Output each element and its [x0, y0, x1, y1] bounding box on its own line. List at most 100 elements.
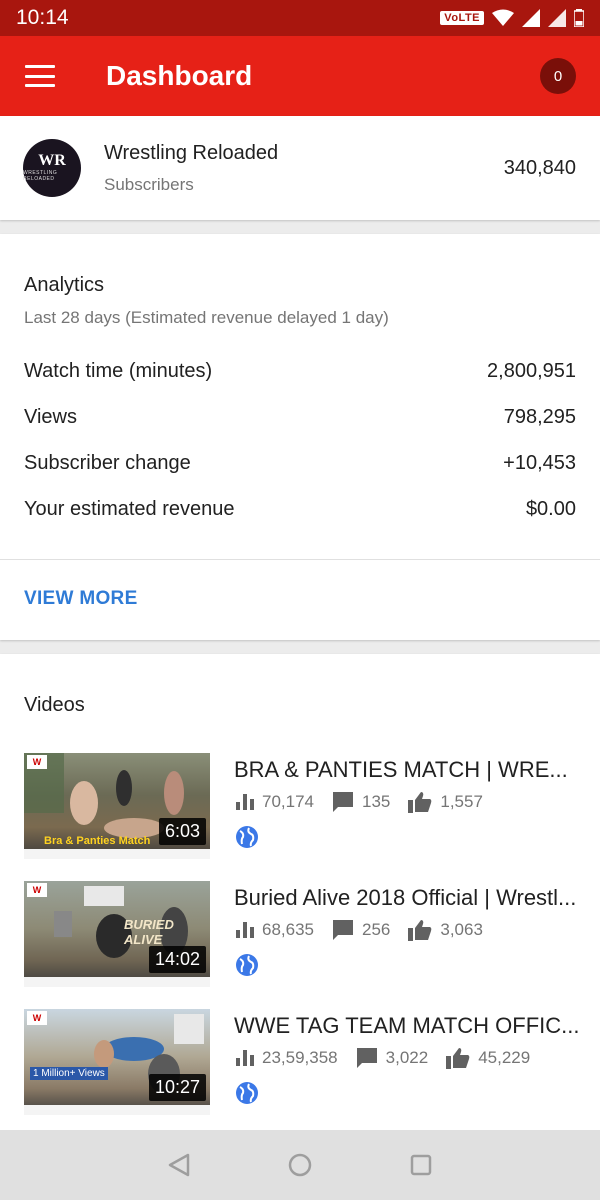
status-icons: VoLTE [440, 9, 584, 27]
comments-icon [356, 1048, 377, 1068]
volte-badge: VoLTE [440, 11, 484, 25]
video-stats: 68,635 256 3,063 [236, 919, 501, 941]
metric-watch-time: Watch time (minutes) 2,800,951 [24, 360, 576, 383]
metric-label: Your estimated revenue [24, 498, 235, 520]
views-icon [236, 794, 254, 810]
video-item[interactable]: W BURIED ALIVE 14:02 Buried Alive 2018 O… [24, 881, 580, 987]
avatar: WR WRESTLING RELOADED [23, 139, 81, 197]
notification-badge[interactable]: 0 [540, 58, 576, 94]
channel-info: Wrestling Reloaded Subscribers [104, 142, 278, 195]
page-title: Dashboard [106, 60, 253, 91]
likes-count: 45,229 [478, 1048, 531, 1067]
view-more-button[interactable]: VIEW MORE [24, 588, 138, 610]
system-nav-bar [0, 1130, 600, 1200]
signal-icon [548, 9, 566, 27]
views-stat: 68,635 [236, 920, 314, 940]
subscribers-label: Subscribers [104, 174, 194, 194]
subscriber-count: 340,840 [503, 156, 576, 179]
thumbnail-strip [24, 977, 210, 987]
video-stats: 70,174 135 1,557 [236, 791, 501, 813]
globe-icon [236, 954, 258, 976]
globe-icon [236, 1082, 258, 1104]
metric-label: Views [24, 406, 77, 428]
comments-stat: 256 [332, 919, 390, 941]
metric-value: $0.00 [525, 498, 576, 520]
back-button[interactable] [168, 1153, 190, 1177]
channel-name: Wrestling Reloaded [104, 141, 279, 164]
comments-count: 135 [362, 792, 391, 811]
video-thumbnail[interactable]: W BURIED ALIVE 14:02 [24, 881, 210, 987]
analytics-subtitle: Last 28 days (Estimated revenue delayed … [24, 308, 389, 327]
likes-icon [408, 792, 432, 813]
video-title[interactable]: WWE TAG TEAM MATCH OFFIC... [234, 1013, 580, 1039]
video-title[interactable]: BRA & PANTIES MATCH | WRE... [234, 757, 580, 783]
videos-card: Videos W Bra & Panties Match 6:03 BRA & … [0, 654, 600, 1130]
video-title[interactable]: Buried Alive 2018 Official | Wrestl... [234, 885, 580, 911]
likes-icon [408, 920, 432, 941]
wifi-icon [492, 9, 514, 26]
recents-icon [410, 1154, 432, 1176]
metric-label: Subscriber change [24, 452, 191, 474]
video-duration: 10:27 [148, 1074, 206, 1101]
thumbnail-logo: W [27, 1011, 47, 1025]
views-icon [236, 1050, 254, 1066]
app-bar: Dashboard 0 [0, 36, 600, 116]
divider [0, 559, 600, 560]
home-icon [288, 1153, 312, 1177]
views-count: 70,174 [262, 792, 314, 811]
comments-icon [333, 792, 353, 812]
likes-stat: 1,557 [408, 791, 483, 813]
video-item[interactable]: W Bra & Panties Match 6:03 BRA & PANTIES… [24, 753, 580, 859]
analytics-title: Analytics [24, 274, 105, 296]
thumbnail-logo: W [27, 755, 47, 769]
thumbnail-caption: Bra & Panties Match [44, 835, 151, 847]
videos-title: Videos [24, 694, 85, 716]
metric-value: 2,800,951 [487, 360, 576, 382]
thumbnail-caption: BURIED ALIVE [124, 917, 174, 947]
comments-count: 256 [362, 920, 391, 939]
views-count: 68,635 [262, 920, 314, 939]
video-stats: 23,59,358 3,022 45,229 [236, 1047, 548, 1069]
thumbnail-strip [24, 1105, 210, 1115]
home-button[interactable] [288, 1153, 312, 1177]
video-thumbnail[interactable]: W 1 Million+ Views 10:27 [24, 1009, 210, 1115]
channel-card[interactable]: WR WRESTLING RELOADED Wrestling Reloaded… [0, 116, 600, 220]
views-stat: 70,174 [236, 792, 314, 812]
metric-label: Watch time (minutes) [24, 360, 213, 382]
status-bar: 10:14 VoLTE [0, 0, 600, 36]
video-thumbnail[interactable]: W Bra & Panties Match 6:03 [24, 753, 210, 859]
likes-count: 3,063 [440, 920, 483, 939]
metric-views: Views 798,295 [24, 406, 576, 429]
views-icon [236, 922, 254, 938]
thumbnail-logo: W [27, 883, 47, 897]
thumbnail-strip [24, 849, 210, 859]
back-icon [168, 1153, 190, 1177]
battery-icon [574, 9, 584, 27]
video-item[interactable]: W 1 Million+ Views 10:27 WWE TAG TEAM MA… [24, 1009, 580, 1115]
thumbnail-caption: 1 Million+ Views [30, 1067, 108, 1080]
comments-icon [333, 920, 353, 940]
channel-logo-subtext: WRESTLING RELOADED [23, 170, 58, 182]
likes-icon [446, 1048, 470, 1069]
comments-count: 3,022 [385, 1048, 429, 1067]
metric-value: +10,453 [503, 452, 576, 474]
menu-icon[interactable] [25, 65, 55, 87]
comments-stat: 3,022 [356, 1047, 429, 1069]
views-count: 23,59,358 [262, 1048, 338, 1067]
analytics-card: Analytics Last 28 days (Estimated revenu… [0, 234, 600, 640]
likes-stat: 3,063 [408, 919, 483, 941]
status-time: 10:14 [16, 6, 69, 29]
video-duration: 14:02 [148, 946, 206, 973]
metric-subscriber-change: Subscriber change +10,453 [24, 452, 576, 475]
signal-icon [522, 9, 540, 27]
metric-value: 798,295 [503, 406, 576, 428]
video-duration: 6:03 [158, 818, 206, 845]
likes-count: 1,557 [440, 792, 483, 811]
views-stat: 23,59,358 [236, 1048, 338, 1068]
metric-estimated-revenue: Your estimated revenue $0.00 [24, 498, 576, 521]
globe-icon [236, 826, 258, 848]
recents-button[interactable] [410, 1154, 432, 1176]
likes-stat: 45,229 [446, 1047, 530, 1069]
comments-stat: 135 [332, 791, 390, 813]
channel-logo: WR [38, 152, 66, 169]
